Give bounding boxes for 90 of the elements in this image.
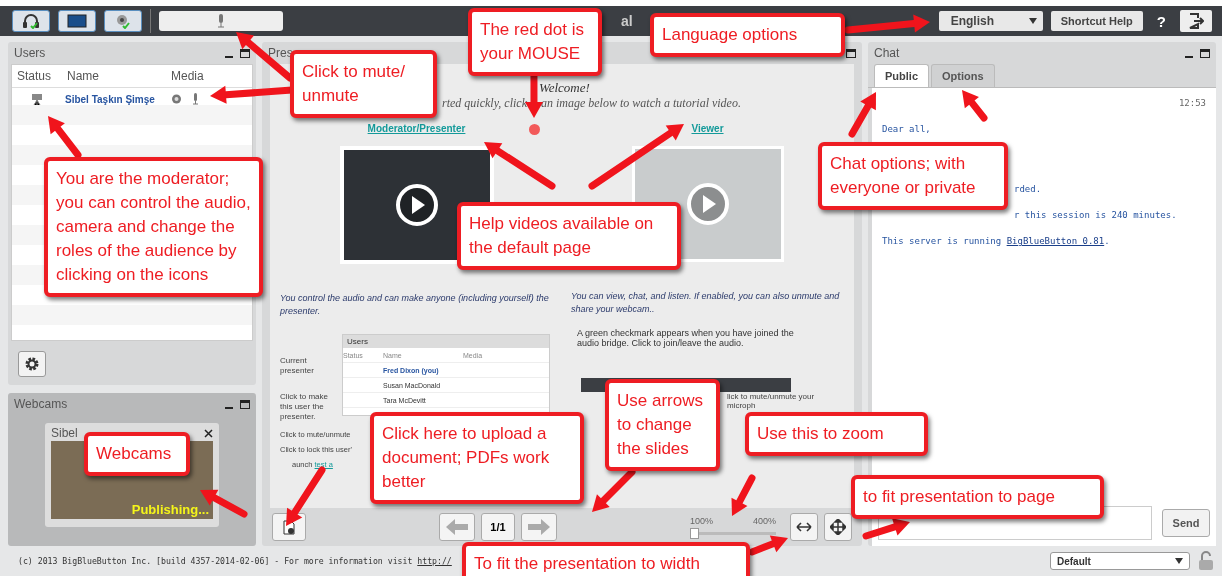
annotation-text: Current presenter bbox=[280, 356, 315, 376]
callout-tooltip: Help videos available on the default page bbox=[457, 202, 681, 270]
callout-tooltip: Use this to zoom bbox=[745, 412, 928, 456]
panel-title: Users bbox=[343, 335, 549, 348]
webcam-icon bbox=[114, 13, 132, 29]
callout-tooltip: Chat options; with everyone or private bbox=[818, 142, 1008, 210]
settings-icon bbox=[24, 356, 40, 372]
chat-message: rded. bbox=[1014, 184, 1043, 194]
annotation-text: lick to mute/unmute your bbox=[727, 392, 815, 401]
callout-tooltip: You are the moderator; you can control the audio, camera and change the roles of the audience by clicking on the icons bbox=[44, 157, 263, 297]
move-arrows-icon bbox=[830, 519, 846, 535]
callout-tooltip: Click here to upload a document; PDFs work better bbox=[370, 412, 584, 504]
video-status: Publishing... bbox=[131, 502, 209, 517]
headset-icon bbox=[22, 13, 40, 29]
annotation-text: microph bbox=[727, 401, 757, 410]
pointer-arrow bbox=[592, 468, 636, 512]
settings-button[interactable] bbox=[18, 351, 46, 377]
zoom-min-label: 100% bbox=[690, 515, 714, 526]
timestamp: 12:53 bbox=[1178, 98, 1206, 108]
right-arrow-icon bbox=[528, 519, 550, 535]
panel-title: Chat bbox=[874, 46, 900, 60]
presenter-icon[interactable] bbox=[31, 93, 43, 105]
help-button[interactable]: ? bbox=[1150, 12, 1172, 30]
chat-tab[interactable]: Public bbox=[874, 64, 929, 87]
callout-tooltip: Webcams bbox=[84, 432, 190, 476]
play-icon[interactable] bbox=[394, 183, 439, 227]
annotation-text: A green checkmark appears when you have joined the audio bridge. Click to join/leave the audio. bbox=[577, 328, 795, 348]
column-header[interactable]: Name bbox=[62, 69, 166, 83]
lock-icon[interactable] bbox=[1198, 551, 1214, 571]
link[interactable]: http:// bbox=[417, 556, 452, 566]
chat-message: r this session is 240 minutes. bbox=[1014, 210, 1178, 220]
pointer-arrow bbox=[748, 535, 788, 556]
pointer-arrow bbox=[484, 142, 556, 190]
mouse-pointer-dot bbox=[528, 124, 540, 135]
monitor-icon bbox=[67, 14, 87, 28]
user-name: Sibel Taşkın Şimşe bbox=[64, 93, 156, 105]
pointer-arrow bbox=[962, 90, 988, 122]
caret-icon bbox=[1028, 18, 1037, 24]
maximize-icon[interactable] bbox=[1200, 48, 1210, 58]
panel-title: Users bbox=[14, 46, 46, 60]
column-header[interactable]: Media bbox=[166, 69, 252, 83]
headset-button[interactable] bbox=[12, 10, 50, 32]
page-button[interactable]: 1/1 bbox=[481, 513, 515, 541]
pointer-arrow bbox=[286, 466, 326, 526]
language-dropdown[interactable]: English bbox=[938, 11, 1043, 31]
webcam-icon[interactable] bbox=[171, 93, 182, 105]
callout-tooltip: Use arrows to change the slides bbox=[605, 379, 720, 471]
maximize-icon[interactable] bbox=[846, 48, 856, 58]
horizontal-arrows-icon bbox=[796, 522, 812, 532]
screen-share-button[interactable] bbox=[58, 10, 96, 32]
microphone-icon[interactable] bbox=[192, 93, 199, 105]
zoom-max-label: 400% bbox=[752, 515, 776, 526]
logout-icon bbox=[1188, 13, 1204, 29]
panel-title: Webcams bbox=[14, 397, 68, 411]
callout-tooltip: to fit presentation to page bbox=[851, 475, 1104, 519]
link[interactable]: BigBlueButton 0.81 bbox=[1006, 236, 1105, 246]
video-title: Sibel bbox=[51, 426, 78, 440]
description-text: You control the audio and can make anyone (including yourself) the presenter. bbox=[280, 292, 550, 318]
pointer-arrow bbox=[848, 92, 876, 138]
send-button[interactable]: Send bbox=[1162, 509, 1210, 537]
pointer-arrow bbox=[48, 116, 82, 159]
left-arrow-icon bbox=[446, 519, 468, 535]
callout-tooltip: To fit the presentation to width bbox=[462, 542, 750, 576]
webcam-button[interactable] bbox=[104, 10, 142, 32]
intro-text: rted quickly, click bbox=[442, 96, 527, 111]
layout-dropdown[interactable]: Default bbox=[1050, 552, 1190, 570]
annotation-text: Click to make this user the presenter. bbox=[280, 392, 329, 422]
close-icon[interactable] bbox=[204, 428, 213, 438]
chat-message: Dear all, bbox=[882, 124, 932, 134]
column-header[interactable]: Status bbox=[12, 69, 62, 83]
logout-button[interactable] bbox=[1180, 10, 1212, 32]
caret-icon bbox=[1175, 558, 1183, 564]
slider-thumb[interactable] bbox=[690, 527, 699, 539]
intro-text: an image below to watch a tutorial video. bbox=[540, 96, 741, 111]
description-text: You can view, chat, and listen. If enabled, you can also unmute and share your webcam.. bbox=[571, 290, 841, 316]
maximize-icon[interactable] bbox=[240, 48, 250, 58]
copyright-text: (c) 2013 BigBlueButton Inc. [build 4357-2014-02-06] - For more information visit http:// bbox=[18, 556, 452, 566]
microphone-icon bbox=[217, 14, 225, 28]
fit-width-button[interactable] bbox=[790, 513, 818, 541]
maximize-icon[interactable] bbox=[240, 399, 250, 409]
welcome-heading: Welcome! bbox=[539, 80, 590, 96]
shortcut-help-button[interactable]: Shortcut Help bbox=[1050, 11, 1143, 31]
window-title: al bbox=[621, 13, 633, 29]
pointer-arrow bbox=[862, 518, 910, 540]
callout-tooltip: Language options bbox=[650, 13, 845, 57]
chat-tab[interactable]: Options bbox=[931, 64, 995, 87]
pointer-arrow bbox=[731, 474, 756, 516]
chat-message: This server is running BigBlueButton 0.81. bbox=[882, 236, 1111, 246]
callout-tooltip: The red dot is your MOUSE bbox=[468, 8, 602, 76]
fit-page-button[interactable] bbox=[824, 513, 852, 541]
